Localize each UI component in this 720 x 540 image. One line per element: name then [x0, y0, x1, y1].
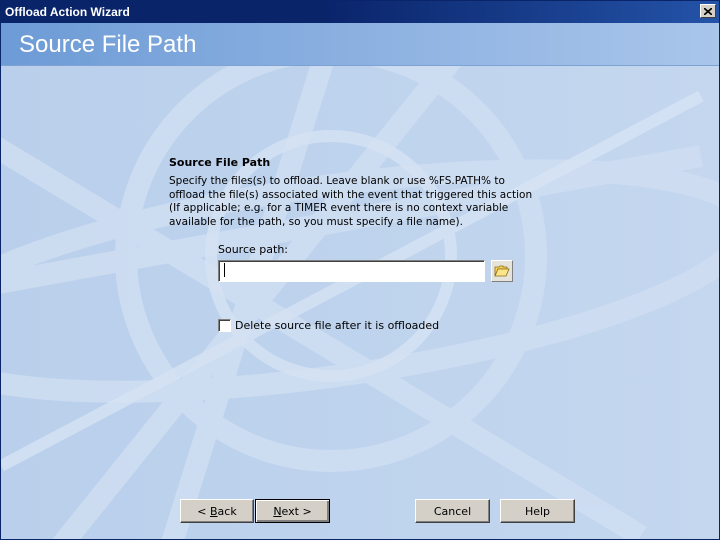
source-path-label: Source path: [218, 243, 288, 256]
browse-button[interactable] [491, 260, 513, 282]
next-button-label: ext > [281, 504, 312, 518]
delete-source-option[interactable]: Delete source file after it is offloaded [218, 318, 439, 332]
back-button-label: ack [217, 504, 237, 518]
description-line: Specify the files(s) to offload. Leave b… [169, 175, 505, 187]
delete-source-checkbox[interactable] [218, 318, 231, 332]
help-button[interactable]: Help [500, 499, 575, 523]
section-description: Specify the files(s) to offload. Leave b… [169, 175, 533, 229]
delete-source-label[interactable]: Delete source file after it is offloaded [235, 319, 439, 332]
folder-icon [494, 265, 510, 277]
page-title: Source File Path [19, 31, 197, 58]
description-line: available for the path, so you must spec… [169, 215, 463, 228]
next-button[interactable]: Next > [255, 499, 330, 523]
section-title: Source File Path [169, 156, 271, 169]
cancel-button[interactable]: Cancel [415, 499, 490, 523]
background-watermark [1, 66, 719, 539]
wizard-window: Offload Action Wizard Source File Path S… [0, 0, 720, 540]
help-button-label: Help [524, 504, 551, 518]
description-line: (If applicable; e.g. for a TIMER event t… [169, 202, 509, 214]
cancel-button-label: Cancel [433, 504, 472, 518]
next-button-accelerator: N [273, 504, 282, 518]
close-icon [704, 7, 712, 15]
back-button[interactable]: < Back [180, 499, 254, 523]
back-button-prefix: < [197, 504, 210, 518]
back-button-accelerator: B [210, 504, 218, 518]
source-path-input[interactable] [218, 260, 485, 282]
close-button[interactable] [700, 4, 716, 18]
title-bar[interactable]: Offload Action Wizard [1, 1, 719, 23]
text-caret [224, 263, 225, 277]
description-line: offload the file(s) associated with the … [169, 188, 533, 201]
window-title: Offload Action Wizard [5, 5, 130, 19]
page-header: Source File Path [1, 23, 719, 65]
